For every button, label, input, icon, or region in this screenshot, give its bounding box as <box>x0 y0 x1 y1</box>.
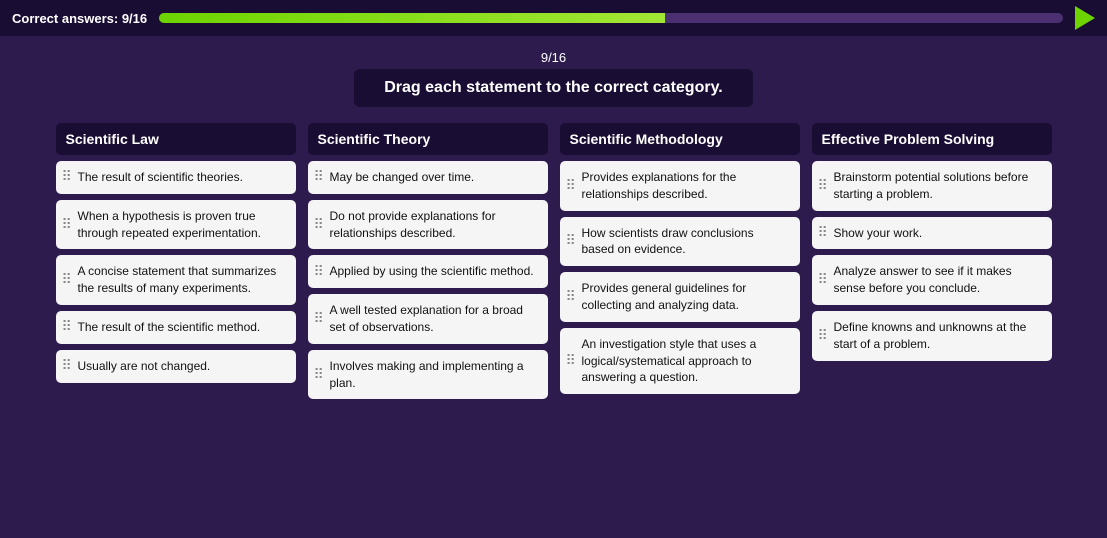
card-scientific-theory-0[interactable]: May be changed over time. <box>308 161 548 194</box>
correct-answers-label: Correct answers: 9/16 <box>12 11 147 26</box>
card-scientific-theory-3[interactable]: A well tested explanation for a broad se… <box>308 294 548 344</box>
card-scientific-theory-1[interactable]: Do not provide explanations for relation… <box>308 200 548 250</box>
column-scientific-methodology: Scientific Methodology Provides explanati… <box>560 123 800 399</box>
card-scientific-theory-2[interactable]: Applied by using the scientific method. <box>308 255 548 288</box>
next-arrow-button[interactable] <box>1075 6 1095 30</box>
column-scientific-law: Scientific Law The result of scientific t… <box>56 123 296 399</box>
card-scientific-law-3[interactable]: The result of the scientific method. <box>56 311 296 344</box>
card-scientific-methodology-0[interactable]: Provides explanations for the relationsh… <box>560 161 800 211</box>
question-header: 9/16 Drag each statement to the correct … <box>0 50 1107 107</box>
column-header-effective-problem-solving: Effective Problem Solving <box>812 123 1052 155</box>
column-header-scientific-methodology: Scientific Methodology <box>560 123 800 155</box>
column-effective-problem-solving: Effective Problem Solving Brainstorm pote… <box>812 123 1052 399</box>
question-instruction: Drag each statement to the correct categ… <box>354 69 752 107</box>
card-effective-problem-solving-3[interactable]: Define knowns and unknowns at the start … <box>812 311 1052 361</box>
card-effective-problem-solving-0[interactable]: Brainstorm potential solutions before st… <box>812 161 1052 211</box>
card-scientific-methodology-2[interactable]: Provides general guidelines for collecti… <box>560 272 800 322</box>
card-scientific-theory-4[interactable]: Involves making and implementing a plan. <box>308 350 548 400</box>
card-scientific-law-2[interactable]: A concise statement that summarizes the … <box>56 255 296 305</box>
column-scientific-theory: Scientific Theory May be changed over tim… <box>308 123 548 399</box>
progress-bar-container <box>159 13 1063 23</box>
column-header-scientific-theory: Scientific Theory <box>308 123 548 155</box>
card-effective-problem-solving-2[interactable]: Analyze answer to see if it makes sense … <box>812 255 1052 305</box>
card-scientific-methodology-3[interactable]: An investigation style that uses a logic… <box>560 328 800 394</box>
card-effective-problem-solving-1[interactable]: Show your work. <box>812 217 1052 250</box>
progress-bar-fill <box>159 13 665 23</box>
question-number: 9/16 <box>0 50 1107 65</box>
columns-container: Scientific Law The result of scientific t… <box>0 123 1107 399</box>
card-scientific-law-1[interactable]: When a hypothesis is proven true through… <box>56 200 296 250</box>
card-scientific-methodology-1[interactable]: How scientists draw conclusions based on… <box>560 217 800 267</box>
card-scientific-law-4[interactable]: Usually are not changed. <box>56 350 296 383</box>
column-header-scientific-law: Scientific Law <box>56 123 296 155</box>
card-scientific-law-0[interactable]: The result of scientific theories. <box>56 161 296 194</box>
top-bar: Correct answers: 9/16 <box>0 0 1107 36</box>
